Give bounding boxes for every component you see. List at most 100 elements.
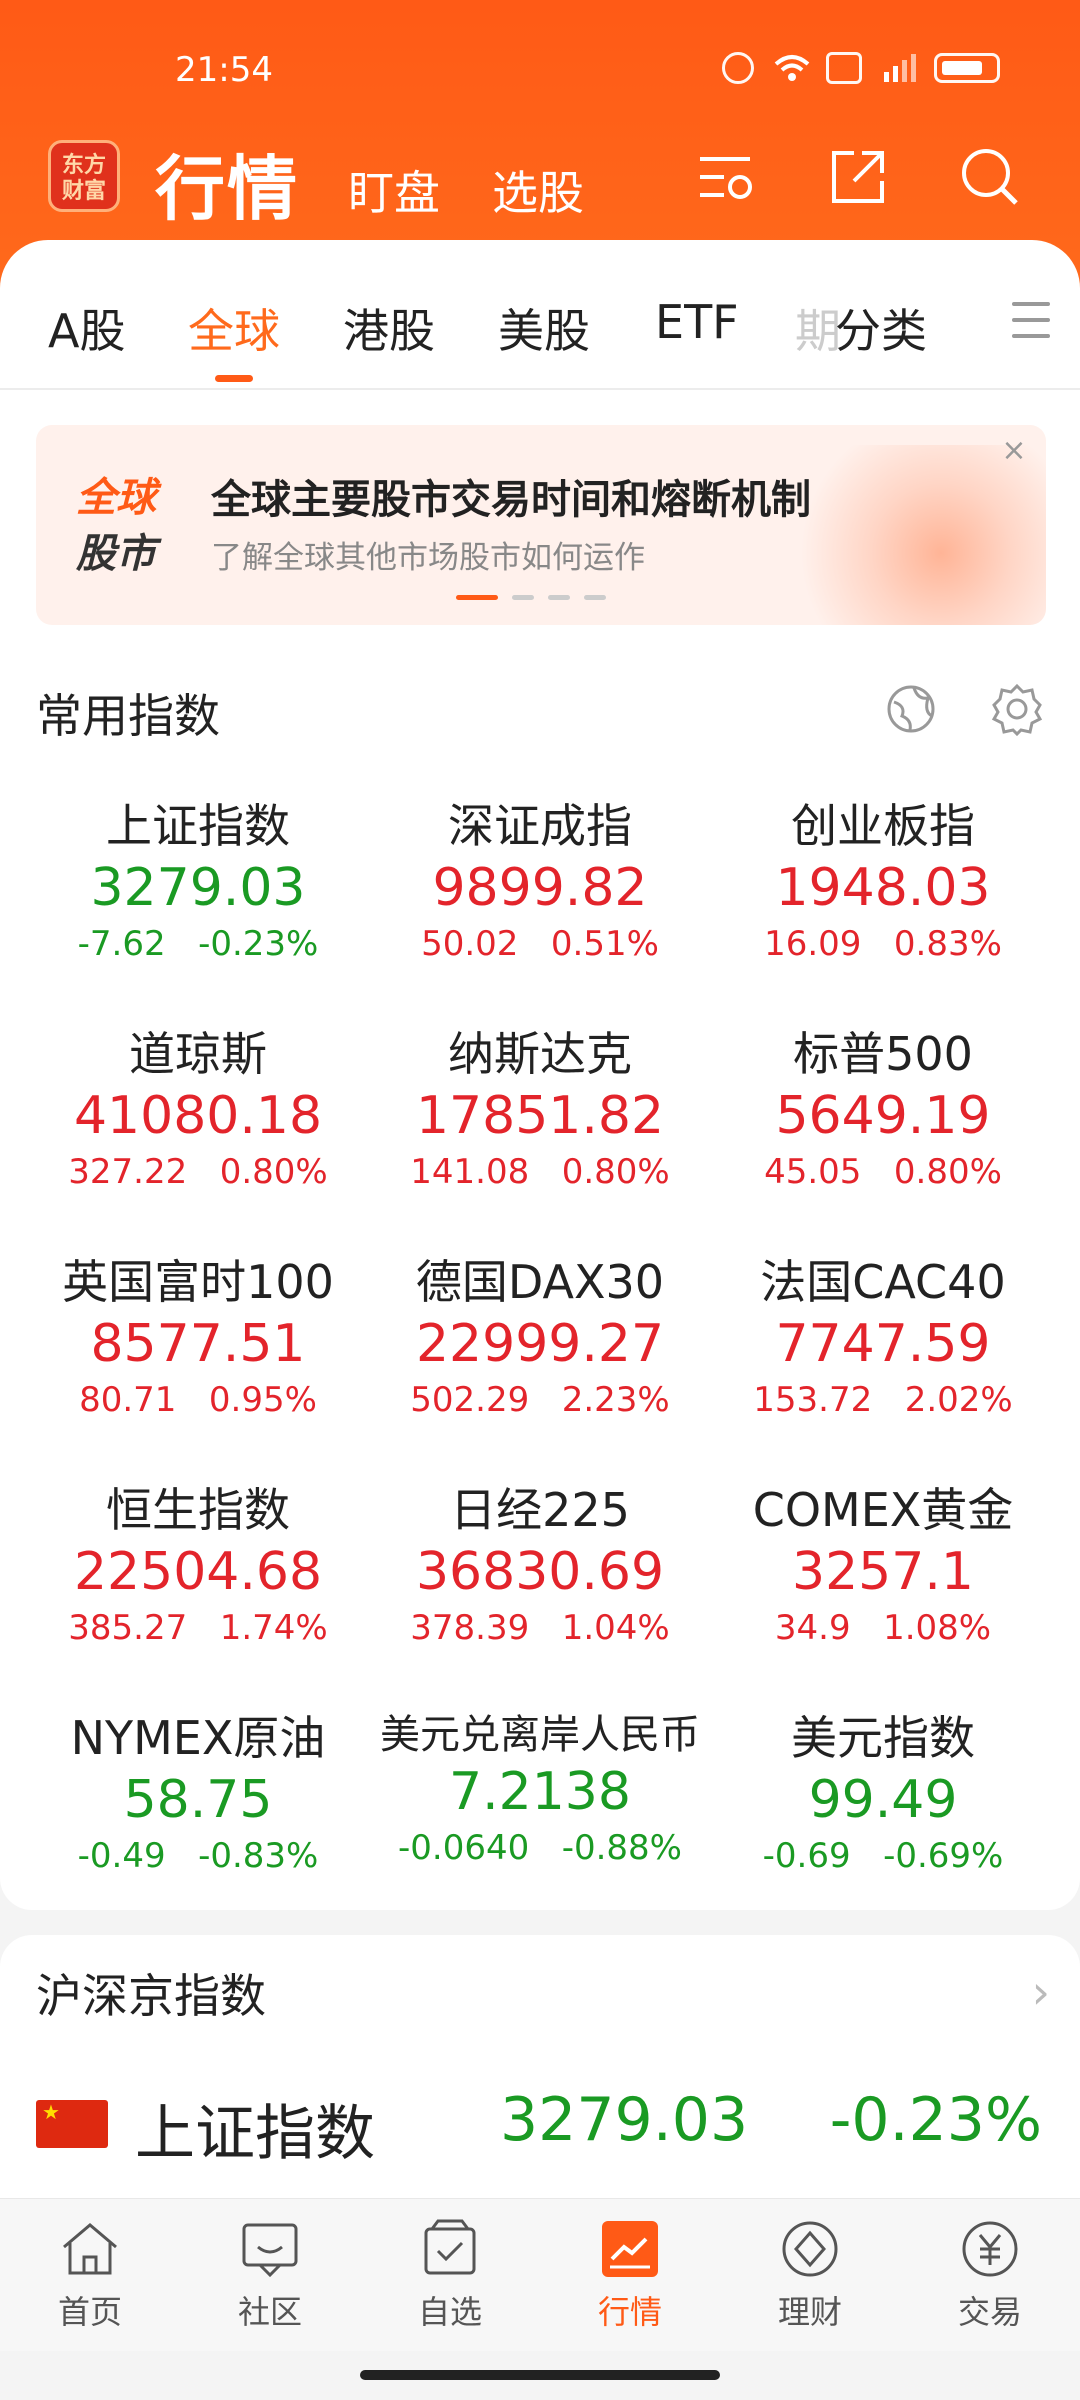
tabs-menu-icon[interactable] xyxy=(1012,302,1050,350)
index-change: -0.0640 -0.88% xyxy=(360,1828,720,1868)
index-change-abs: 45.05 xyxy=(764,1152,862,1192)
index-card[interactable]: 创业板指 1948.03 16.09 0.83% xyxy=(703,790,1063,964)
bottom-nav-trade[interactable]: 交易 xyxy=(930,2219,1050,2333)
section-title-common-indices: 常用指数 xyxy=(36,689,220,743)
tab-etf[interactable]: ETF xyxy=(655,295,739,349)
index-card[interactable]: 道琼斯 41080.18 327.22 0.80% xyxy=(18,1018,378,1192)
index-name: 上证指数 xyxy=(106,799,290,853)
index-change-abs: 378.39 xyxy=(410,1608,530,1648)
index-price: 36830.69 xyxy=(415,1542,665,1602)
index-name: 道琼斯 xyxy=(129,1027,267,1081)
status-bar: 21:54 xyxy=(0,40,1080,104)
index-change-abs: -0.69 xyxy=(762,1836,851,1876)
carousel-dot xyxy=(548,595,570,600)
index-change: 502.29 2.23% xyxy=(360,1380,720,1420)
index-change: 50.02 0.51% xyxy=(360,924,720,964)
bottom-nav-watchlist[interactable]: 自选 xyxy=(390,2219,510,2333)
page-title: 行情 xyxy=(155,148,299,230)
share-icon[interactable] xyxy=(826,145,890,209)
index-change: 153.72 2.02% xyxy=(703,1380,1063,1420)
nav-link-watch[interactable]: 盯盘 xyxy=(348,157,440,223)
status-icons xyxy=(722,52,1000,84)
index-card[interactable]: NYMEX原油 58.75 -0.49 -0.83% xyxy=(18,1702,378,1876)
china-flag-icon xyxy=(36,2100,108,2148)
bottom-nav-market[interactable]: 行情 xyxy=(570,2219,690,2333)
market-tabs: A股 全球 港股 美股 ETF 期 分类 xyxy=(0,240,1080,390)
index-change-abs: 502.29 xyxy=(410,1380,530,1420)
index-price: 7.2138 xyxy=(449,1762,631,1822)
app-logo[interactable]: 东方 财富 xyxy=(48,140,120,212)
globe-icon[interactable] xyxy=(884,682,938,736)
index-change-abs: 385.27 xyxy=(68,1608,188,1648)
tab-a-shares[interactable]: A股 xyxy=(48,295,125,361)
index-price: 7747.59 xyxy=(775,1314,991,1374)
index-change-pct: -0.88% xyxy=(561,1828,682,1868)
gear-icon[interactable] xyxy=(990,682,1044,737)
carousel-dots xyxy=(456,595,606,600)
settings-list-icon[interactable] xyxy=(694,145,758,209)
index-change: 34.9 1.08% xyxy=(703,1608,1063,1648)
index-card[interactable]: 英国富时100 8577.51 80.71 0.95% xyxy=(18,1246,378,1420)
main-card: 全球 股市 全球主要股市交易时间和熔断机制 了解全球其他市场股市如何运作 × 常… xyxy=(0,390,1080,1910)
nav-link-stock-picker[interactable]: 选股 xyxy=(492,157,584,223)
index-price: 58.75 xyxy=(123,1770,273,1830)
index-change-abs: 141.08 xyxy=(410,1152,530,1192)
index-price: 3279.03 xyxy=(90,858,306,918)
carousel-dot xyxy=(584,595,606,600)
index-card[interactable]: COMEX黄金 3257.1 34.9 1.08% xyxy=(703,1474,1063,1648)
index-change-pct: -0.83% xyxy=(198,1836,319,1876)
bottom-nav-home[interactable]: 首页 xyxy=(30,2219,150,2333)
chevron-right-icon[interactable]: › xyxy=(1032,1965,1050,2019)
index-change-abs: 153.72 xyxy=(753,1380,873,1420)
index-card[interactable]: 美元兑离岸人民币 7.2138 -0.0640 -0.88% xyxy=(360,1702,720,1868)
trade-icon xyxy=(958,2219,1022,2279)
index-card[interactable]: 深证成指 9899.82 50.02 0.51% xyxy=(360,790,720,964)
index-change-pct: -0.23% xyxy=(198,924,319,964)
index-card[interactable]: 标普500 5649.19 45.05 0.80% xyxy=(703,1018,1063,1192)
index-card[interactable]: 上证指数 3279.03 -7.62 -0.23% xyxy=(18,790,378,964)
index-name: 法国CAC40 xyxy=(760,1255,1006,1309)
search-icon[interactable] xyxy=(958,145,1022,209)
index-card[interactable]: 德国DAX30 22999.27 502.29 2.23% xyxy=(360,1246,720,1420)
bottom-nav-wealth[interactable]: 理财 xyxy=(750,2219,870,2333)
close-icon[interactable]: × xyxy=(994,433,1034,473)
index-card[interactable]: 日经225 36830.69 378.39 1.04% xyxy=(360,1474,720,1648)
tab-us-stocks[interactable]: 美股 xyxy=(498,295,590,361)
index-change-abs: -7.62 xyxy=(77,924,166,964)
banner-subtitle: 了解全球其他市场股市如何运作 xyxy=(211,540,645,576)
tab-hk-stocks[interactable]: 港股 xyxy=(343,295,435,361)
status-time: 21:54 xyxy=(175,50,273,90)
signal-icon xyxy=(880,52,916,84)
index-change-abs: 16.09 xyxy=(764,924,862,964)
index-change-abs: 80.71 xyxy=(79,1380,177,1420)
index-card[interactable]: 恒生指数 22504.68 385.27 1.74% xyxy=(18,1474,378,1648)
market-icon xyxy=(598,2219,662,2279)
bottom-nav-label: 交易 xyxy=(957,2293,1022,2331)
index-name: 恒生指数 xyxy=(106,1483,290,1537)
index-card[interactable]: 纳斯达克 17851.82 141.08 0.80% xyxy=(360,1018,720,1192)
carousel-dot xyxy=(456,595,498,600)
index-change-pct: 1.08% xyxy=(883,1608,992,1648)
bottom-nav-community[interactable]: 社区 xyxy=(210,2219,330,2333)
banner-tag: 全球 股市 xyxy=(76,470,156,582)
wealth-icon xyxy=(778,2219,842,2279)
index-change-pct: 0.95% xyxy=(208,1380,317,1420)
bottom-nav: 首页 社区 自选 行情 理财 交易 xyxy=(0,2198,1080,2351)
index-change-pct: 0.51% xyxy=(550,924,659,964)
index-change: 327.22 0.80% xyxy=(18,1152,378,1192)
index-price: 22999.27 xyxy=(415,1314,665,1374)
index-price: 99.49 xyxy=(808,1770,958,1830)
index-change-pct: 2.02% xyxy=(904,1380,1013,1420)
index-card[interactable]: 法国CAC40 7747.59 153.72 2.02% xyxy=(703,1246,1063,1420)
index-change: 385.27 1.74% xyxy=(18,1608,378,1648)
bottom-nav-label: 社区 xyxy=(237,2293,302,2331)
home-indicator[interactable] xyxy=(360,2370,720,2380)
tab-global[interactable]: 全球 xyxy=(188,295,280,361)
index-change-pct: 0.83% xyxy=(893,924,1002,964)
index-price: 41080.18 xyxy=(73,1086,323,1146)
index-change: -0.49 -0.83% xyxy=(18,1836,378,1876)
index-card[interactable]: 美元指数 99.49 -0.69 -0.69% xyxy=(703,1702,1063,1876)
banner[interactable]: 全球 股市 全球主要股市交易时间和熔断机制 了解全球其他市场股市如何运作 × xyxy=(36,425,1046,625)
tab-category[interactable]: 分类 xyxy=(835,295,927,361)
bottom-nav-label: 自选 xyxy=(417,2293,482,2331)
